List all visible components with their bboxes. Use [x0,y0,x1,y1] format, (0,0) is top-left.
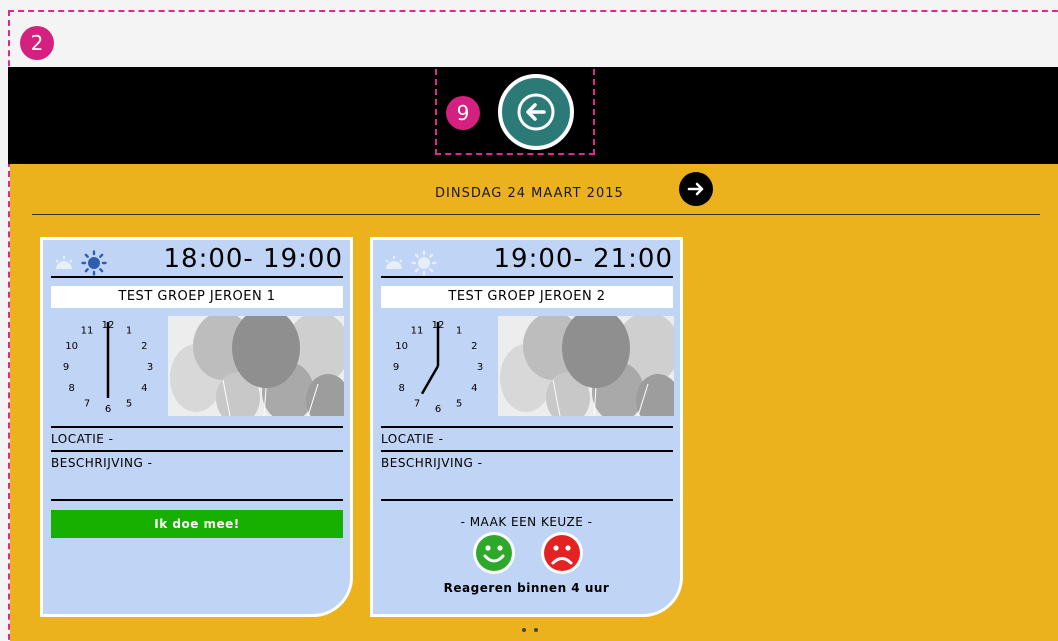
clock-number: 10 [395,341,408,352]
clock-number: 6 [435,404,441,415]
clock-number: 9 [63,362,69,373]
clock-number: 4 [471,383,477,394]
clock-number: 11 [411,326,424,337]
clock-number: 4 [141,383,147,394]
date-row: DINSDAG 24 MAART 2015 [10,164,1058,216]
hour-hand [420,365,440,395]
clock-number: 2 [141,341,147,352]
clock-number: 1 [126,326,132,337]
clock-number: 9 [393,362,399,373]
time-of-day-icons [53,250,129,276]
clock-number: 3 [477,362,483,373]
clock-number: 8 [398,383,404,394]
clock-number: 8 [68,383,74,394]
time-of-day-icons [383,250,459,276]
clock-number: 10 [65,341,78,352]
group-title: TEST GROEP JEROEN 2 [381,286,673,308]
arrow-left-icon [517,93,555,131]
choice-title: - MAAK EEN KEUZE - [460,515,593,529]
date-label: DINSDAG 24 MAART 2015 [435,186,624,201]
event-time: 19:00- 21:00 [493,244,673,274]
clock-number: 1 [456,326,462,337]
next-day-button[interactable] [679,172,713,206]
card-header: 19:00- 21:00 [381,244,673,278]
back-button[interactable] [498,74,574,150]
join-button[interactable]: Ik doe mee! [51,510,343,538]
location-label: LOCATIE - [381,432,444,446]
sunrise-icon [385,256,403,269]
divider-line [51,426,343,428]
location-label: LOCATIE - [51,432,114,446]
clock-number: 3 [147,362,153,373]
happy-smiley-icon[interactable] [472,531,516,575]
description-label: BESCHRIJVING - [381,456,483,470]
clock-icon: 121234567891011 [63,320,153,415]
sun-icon [411,250,437,276]
divider-line [381,499,673,501]
annotation-badge-9: 9 [446,96,480,130]
event-card[interactable]: 18:00- 19:00 TEST GROEP JEROEN 1 1212345… [40,237,353,617]
moon-icon [116,255,124,271]
event-card[interactable]: 19:00- 21:00 TEST GROEP JEROEN 2 1212345… [370,237,683,617]
moon-icon [446,255,454,271]
reaction-deadline: Reageren binnen 4 uur [443,581,610,595]
clock-number: 7 [84,398,90,409]
divider-line [381,426,673,428]
clock-number: 7 [414,398,420,409]
clock-number: 11 [81,326,94,337]
balloons-image [168,316,344,416]
pager-dot[interactable] [534,628,538,632]
group-title: TEST GROEP JEROEN 1 [51,286,343,308]
arrow-right-icon [687,182,704,196]
clock-number: 5 [456,398,462,409]
event-time: 18:00- 19:00 [163,244,343,274]
clock-number: 6 [105,404,111,415]
divider-line [51,450,343,452]
card-header: 18:00- 19:00 [51,244,343,278]
date-divider [32,214,1040,215]
sad-smiley-icon[interactable] [540,531,584,575]
main-panel: DINSDAG 24 MAART 2015 18:00- 19:00 TEST … [10,164,1058,641]
clock-number: 2 [471,341,477,352]
balloons-image [498,316,674,416]
divider-line [51,499,343,501]
annotation-badge-2: 2 [20,26,54,60]
clock-number: 5 [126,398,132,409]
divider-line [381,450,673,452]
pager-dot[interactable] [522,628,526,632]
clock-icon: 121234567891011 [393,320,483,415]
description-label: BESCHRIJVING - [51,456,153,470]
pager-dots [522,628,538,632]
sun-icon [81,250,107,276]
sunrise-icon [55,256,73,269]
